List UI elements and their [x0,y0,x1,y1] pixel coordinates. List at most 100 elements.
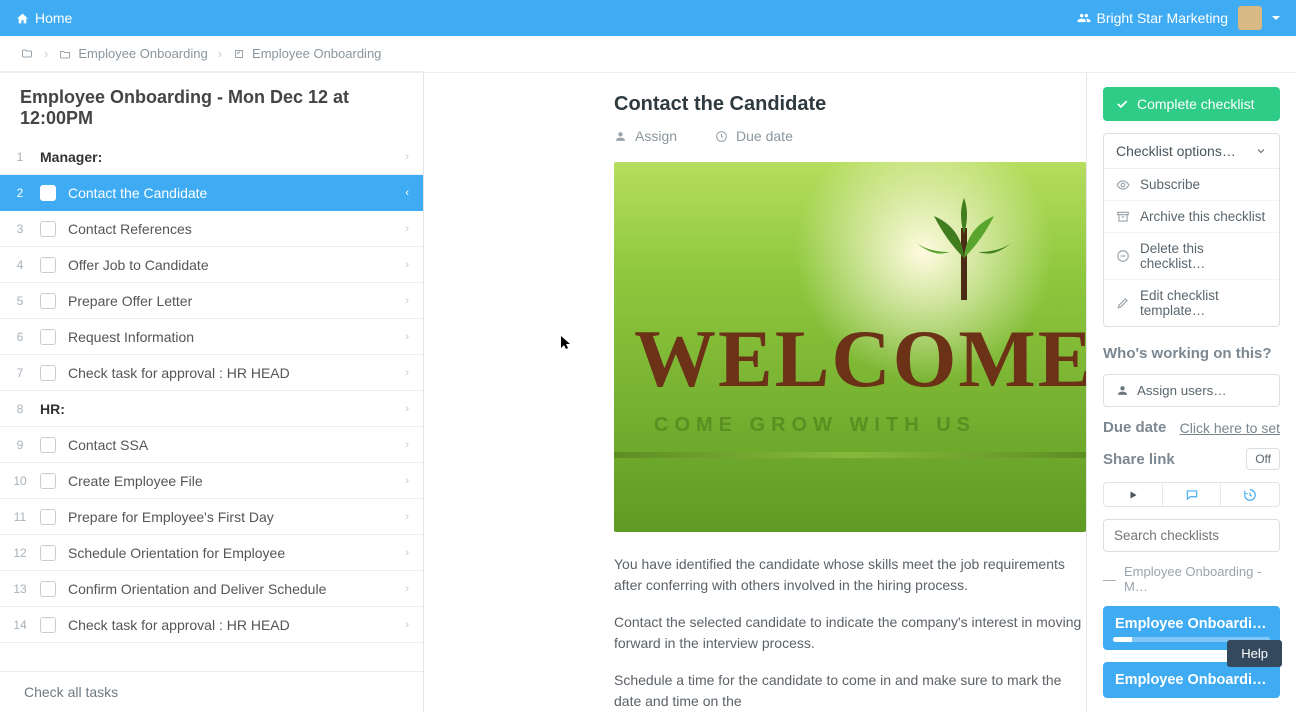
complete-label: Complete checklist [1137,96,1255,112]
task-row[interactable]: 14Check task for approval : HR HEAD› [0,607,423,643]
breadcrumb-label-1: Employee Onboarding [78,46,207,61]
task-row[interactable]: 13Confirm Orientation and Deliver Schedu… [0,571,423,607]
task-number: 6 [0,330,40,344]
chevron-right-icon: › [405,403,423,415]
chevron-right-icon: › [405,367,423,379]
hero-title: WELCOME [634,312,1086,406]
tab-comments[interactable] [1162,483,1221,506]
home-link[interactable]: Home [16,10,72,26]
task-row[interactable]: 7Check task for approval : HR HEAD› [0,355,423,391]
complete-checklist-button[interactable]: Complete checklist [1103,87,1280,121]
chevron-right-icon: › [405,295,423,307]
mini-checklist-text: Employee Onboarding - M… [1124,564,1280,594]
assign-users-button[interactable]: Assign users… [1103,374,1280,407]
chevron-right-icon: › [405,475,423,487]
task-row[interactable]: 2Contact the Candidate‹ [0,175,423,211]
task-checkbox[interactable] [40,545,56,561]
task-checkbox[interactable] [40,473,56,489]
collapse-button[interactable] [1086,73,1087,109]
assign-button[interactable]: Assign [614,128,677,144]
task-label: Request Information [68,329,405,345]
task-section-header[interactable]: 1Manager:› [0,139,423,175]
breadcrumb-root[interactable] [20,48,34,60]
search-checklists-input[interactable] [1103,519,1280,552]
share-link-toggle[interactable]: Off [1246,448,1280,470]
option-edit-label: Edit checklist template… [1140,288,1267,318]
option-subscribe-label: Subscribe [1140,177,1200,192]
task-row[interactable]: 3Contact References› [0,211,423,247]
org-label: Bright Star Marketing [1097,10,1229,26]
task-number: 5 [0,294,40,308]
right-panel: Complete checklist Checklist options… Su… [1086,73,1296,712]
task-row[interactable]: 5 Prepare Offer Letter› [0,283,423,319]
task-row[interactable]: 6 Request Information› [0,319,423,355]
task-row[interactable]: 12Schedule Orientation for Employee› [0,535,423,571]
task-label: Prepare Offer Letter [68,293,405,309]
task-checkbox[interactable] [40,617,56,633]
chevron-right-icon: › [405,331,423,343]
help-button[interactable]: Help [1227,640,1282,667]
sidebar: Employee Onboarding - Mon Dec 12 at 12:0… [0,73,424,712]
task-checkbox[interactable] [40,329,56,345]
task-checkbox[interactable] [40,437,56,453]
checklist-options-label: Checklist options… [1116,143,1236,159]
avatar[interactable] [1238,6,1262,30]
chevron-right-icon: › [405,223,423,235]
task-row[interactable]: 9Contact SSA› [0,427,423,463]
breadcrumb: › Employee Onboarding › Employee Onboard… [0,36,424,72]
option-archive[interactable]: Archive this checklist [1104,200,1279,232]
checklist-card-2[interactable]: Employee Onboarding [1103,662,1280,698]
mini-checklist-label[interactable]: — Employee Onboarding - M… [1103,564,1280,594]
chevron-right-icon: › [405,151,423,163]
chevron-left-icon: ‹ [405,187,423,199]
task-checkbox[interactable] [40,293,56,309]
task-number: 8 [0,402,40,416]
home-label: Home [35,10,72,26]
content-area: Contact the Candidate Assign Due date [424,73,1086,712]
check-all-tasks[interactable]: Check all tasks [0,671,423,712]
checklist-options-toggle[interactable]: Checklist options… [1104,134,1279,169]
option-edit[interactable]: Edit checklist template… [1104,279,1279,326]
task-label: Manager: [40,149,405,165]
task-row[interactable]: 11Prepare for Employee's First Day› [0,499,423,535]
breadcrumb-item-2[interactable]: Employee Onboarding [232,46,381,61]
due-date-set-link[interactable]: Click here to set [1180,420,1280,436]
task-number: 4 [0,258,40,272]
chevron-right-icon: › [218,46,222,61]
task-checkbox[interactable] [40,509,56,525]
who-working-label: Who's working on this? [1103,345,1280,362]
paragraph-1: You have identified the candidate whose … [614,554,1086,596]
paragraph-2: Contact the selected candidate to indica… [614,612,1086,654]
task-number: 2 [0,186,40,200]
minus-icon: — [1103,572,1116,587]
top-header: Home Bright Star Marketing [0,0,1296,36]
option-subscribe[interactable]: Subscribe [1104,169,1279,200]
task-checkbox[interactable] [40,221,56,237]
breadcrumb-label-2: Employee Onboarding [252,46,381,61]
task-label: Contact SSA [68,437,405,453]
task-checkbox[interactable] [40,257,56,273]
task-checkbox[interactable] [40,365,56,381]
option-delete[interactable]: Delete this checklist… [1104,232,1279,279]
task-row[interactable]: 10Create Employee File› [0,463,423,499]
task-number: 14 [0,618,40,632]
breadcrumb-item-1[interactable]: Employee Onboarding [58,46,207,61]
chevron-right-icon: › [405,619,423,631]
task-section-header[interactable]: 8HR:› [0,391,423,427]
task-checkbox[interactable] [40,581,56,597]
org-link[interactable]: Bright Star Marketing [1077,10,1229,26]
assign-label: Assign [635,128,677,144]
chevron-down-icon [1255,145,1267,157]
hero-tagline: COME GROW WITH US [654,414,1086,437]
option-archive-label: Archive this checklist [1140,209,1265,224]
caret-down-icon[interactable] [1272,16,1280,20]
task-label: Check task for approval : HR HEAD [68,365,405,381]
due-date-button[interactable]: Due date [715,128,793,144]
task-row[interactable]: 4Offer Job to Candidate› [0,247,423,283]
task-number: 10 [0,474,40,488]
tab-activity[interactable] [1104,483,1162,506]
task-checkbox[interactable] [40,185,56,201]
tab-history[interactable] [1220,483,1279,506]
doc-title: Contact the Candidate [614,93,1086,116]
task-label: Offer Job to Candidate [68,257,405,273]
